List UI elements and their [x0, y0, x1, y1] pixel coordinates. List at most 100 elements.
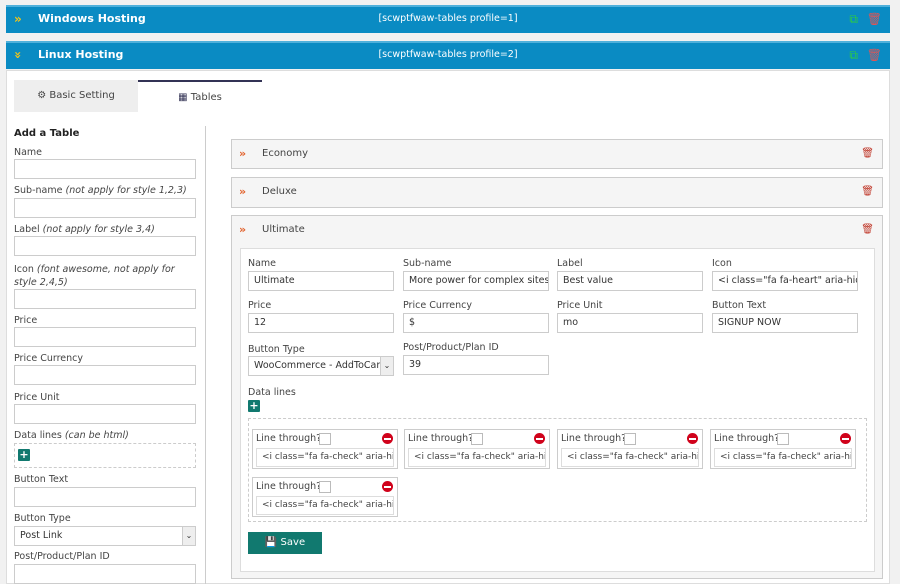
label-text: Icon [14, 264, 34, 275]
name-label: Name [14, 147, 43, 158]
currency-label: Price Currency [403, 300, 472, 311]
remove-circle-icon[interactable] [687, 433, 698, 444]
dataline-item: Line through? <i class="fa fa-check" aria… [710, 429, 856, 469]
trash-icon[interactable]: 🗑 [861, 224, 874, 235]
line-through-label: Line through? [256, 481, 322, 492]
icon-label: Icon (font awesome, not apply for style … [14, 263, 200, 289]
subname-label: Sub-name [403, 258, 452, 269]
post-id-input[interactable] [14, 564, 196, 584]
chevron-right-icon[interactable]: » [239, 223, 246, 236]
table-item-ultimate: » Ultimate 🗑 [231, 215, 883, 579]
tab-tables[interactable]: ▦ Tables [138, 80, 262, 112]
table-name: Ultimate [262, 224, 305, 235]
floppy-disk-icon: 💾 [264, 537, 278, 548]
subname-input[interactable] [14, 198, 196, 218]
trash-icon[interactable]: 🗑 [867, 12, 882, 26]
dataline-input[interactable]: <i class="fa fa-check" aria-hidden="true… [714, 448, 852, 467]
line-through-label: Line through? [256, 433, 322, 444]
button-text-label: Button Text [14, 474, 69, 485]
datalines-label: Data lines [248, 387, 296, 398]
grid-icon: ▦ [178, 92, 188, 103]
currency-input[interactable]: $ [403, 313, 549, 333]
label-input[interactable]: Best value [557, 271, 703, 291]
trash-icon[interactable]: 🗑 [861, 148, 874, 159]
add-dataline-plus-icon[interactable]: + [18, 449, 30, 461]
table-item-deluxe[interactable]: » Deluxe 🗑 [231, 177, 883, 208]
subname-input[interactable]: More power for complex sites [403, 271, 549, 291]
label-text: Data lines [14, 430, 62, 441]
unit-label: Price Unit [557, 300, 603, 311]
button-type-label: Button Type [248, 344, 305, 355]
profile-bar-linux[interactable]: » Linux Hosting [scwptfwaw-tables profil… [6, 41, 890, 69]
save-label: Save [280, 537, 306, 548]
label-note: (not apply for style 1,2,3) [65, 185, 187, 196]
label-input[interactable] [14, 236, 196, 256]
dataline-input[interactable]: <i class="fa fa-check" aria-hidden="true… [408, 448, 546, 467]
name-label: Name [248, 258, 277, 269]
price-input[interactable] [14, 327, 196, 347]
line-through-label: Line through? [714, 433, 780, 444]
icon-input[interactable]: <i class="fa fa-heart" aria-hidden="true… [712, 271, 858, 291]
dataline-item: Line through? <i class="fa fa-check" aria… [404, 429, 550, 469]
table-item-economy[interactable]: » Economy 🗑 [231, 139, 883, 169]
button-type-select[interactable]: Post Link ⌄ [14, 526, 196, 546]
column-divider [205, 126, 206, 584]
profile-shortcode: [scwptfwaw-tables profile=1] [378, 13, 518, 24]
button-text-input[interactable] [14, 487, 196, 507]
chevron-right-icon: » [239, 147, 247, 160]
line-through-checkbox[interactable] [319, 481, 331, 493]
icon-input[interactable] [14, 289, 196, 309]
remove-circle-icon[interactable] [534, 433, 545, 444]
remove-circle-icon[interactable] [382, 433, 393, 444]
datalines-label: Data lines (can be html) [14, 430, 129, 441]
save-button[interactable]: 💾 Save [248, 532, 322, 554]
label-note: (font awesome, not apply for style 2,4,5… [14, 264, 175, 288]
line-through-checkbox[interactable] [777, 433, 789, 445]
select-value: WooCommerce - AddToCart [254, 360, 384, 371]
trash-icon[interactable]: 🗑 [867, 48, 882, 62]
button-type-select[interactable]: WooCommerce - AddToCart ⌄ [248, 356, 394, 376]
line-through-checkbox[interactable] [624, 433, 636, 445]
remove-circle-icon[interactable] [382, 481, 393, 492]
copy-icon[interactable]: ⧉ [849, 12, 858, 27]
post-id-label: Post/Product/Plan ID [403, 342, 499, 353]
tab-label: Basic Setting [49, 90, 115, 101]
dataline-input[interactable]: <i class="fa fa-check" aria-hidden="true… [256, 496, 394, 515]
post-id-input[interactable]: 39 [403, 355, 549, 375]
name-input[interactable] [14, 159, 196, 179]
label-label: Label [557, 258, 583, 269]
price-label: Price [248, 300, 272, 311]
button-text-input[interactable]: SIGNUP NOW [712, 313, 858, 333]
label-text: Label [14, 224, 40, 235]
line-through-label: Line through? [408, 433, 474, 444]
profile-bar-windows[interactable]: » Windows Hosting [scwptfwaw-tables prof… [6, 5, 890, 33]
unit-input[interactable] [14, 404, 196, 424]
price-input[interactable]: 12 [248, 313, 394, 333]
label-note: (not apply for style 3,4) [42, 224, 155, 235]
remove-circle-icon[interactable] [840, 433, 851, 444]
select-value: Post Link [20, 530, 63, 541]
dataline-item: Line through? <i class="fa fa-check" aria… [252, 477, 398, 517]
chevron-right-icon: » [239, 185, 247, 198]
dataline-item: Line through? <i class="fa fa-check" aria… [252, 429, 398, 469]
tab-basic-setting[interactable]: ⚙ Basic Setting [14, 80, 138, 112]
line-through-checkbox[interactable] [471, 433, 483, 445]
gear-icon: ⚙ [37, 90, 47, 101]
table-name: Economy [262, 148, 309, 159]
icon-label: Icon [712, 258, 732, 269]
line-through-checkbox[interactable] [319, 433, 331, 445]
unit-input[interactable]: mo [557, 313, 703, 333]
dataline-input[interactable]: <i class="fa fa-check" aria-hidden="true… [561, 448, 699, 467]
table-edit-form [240, 248, 875, 572]
name-input[interactable]: Ultimate [248, 271, 394, 291]
currency-input[interactable] [14, 365, 196, 385]
add-dataline-plus-icon[interactable]: + [248, 400, 260, 412]
trash-icon[interactable]: 🗑 [861, 186, 874, 197]
chevron-down-icon: ⌄ [380, 357, 393, 375]
dataline-input[interactable]: <i class="fa fa-check" aria-hidden="true… [256, 448, 394, 467]
button-text-label: Button Text [712, 300, 767, 311]
add-table-heading: Add a Table [14, 128, 80, 139]
button-type-label: Button Type [14, 513, 71, 524]
copy-icon[interactable]: ⧉ [849, 48, 858, 63]
dataline-item: Line through? <i class="fa fa-check" aria… [557, 429, 703, 469]
